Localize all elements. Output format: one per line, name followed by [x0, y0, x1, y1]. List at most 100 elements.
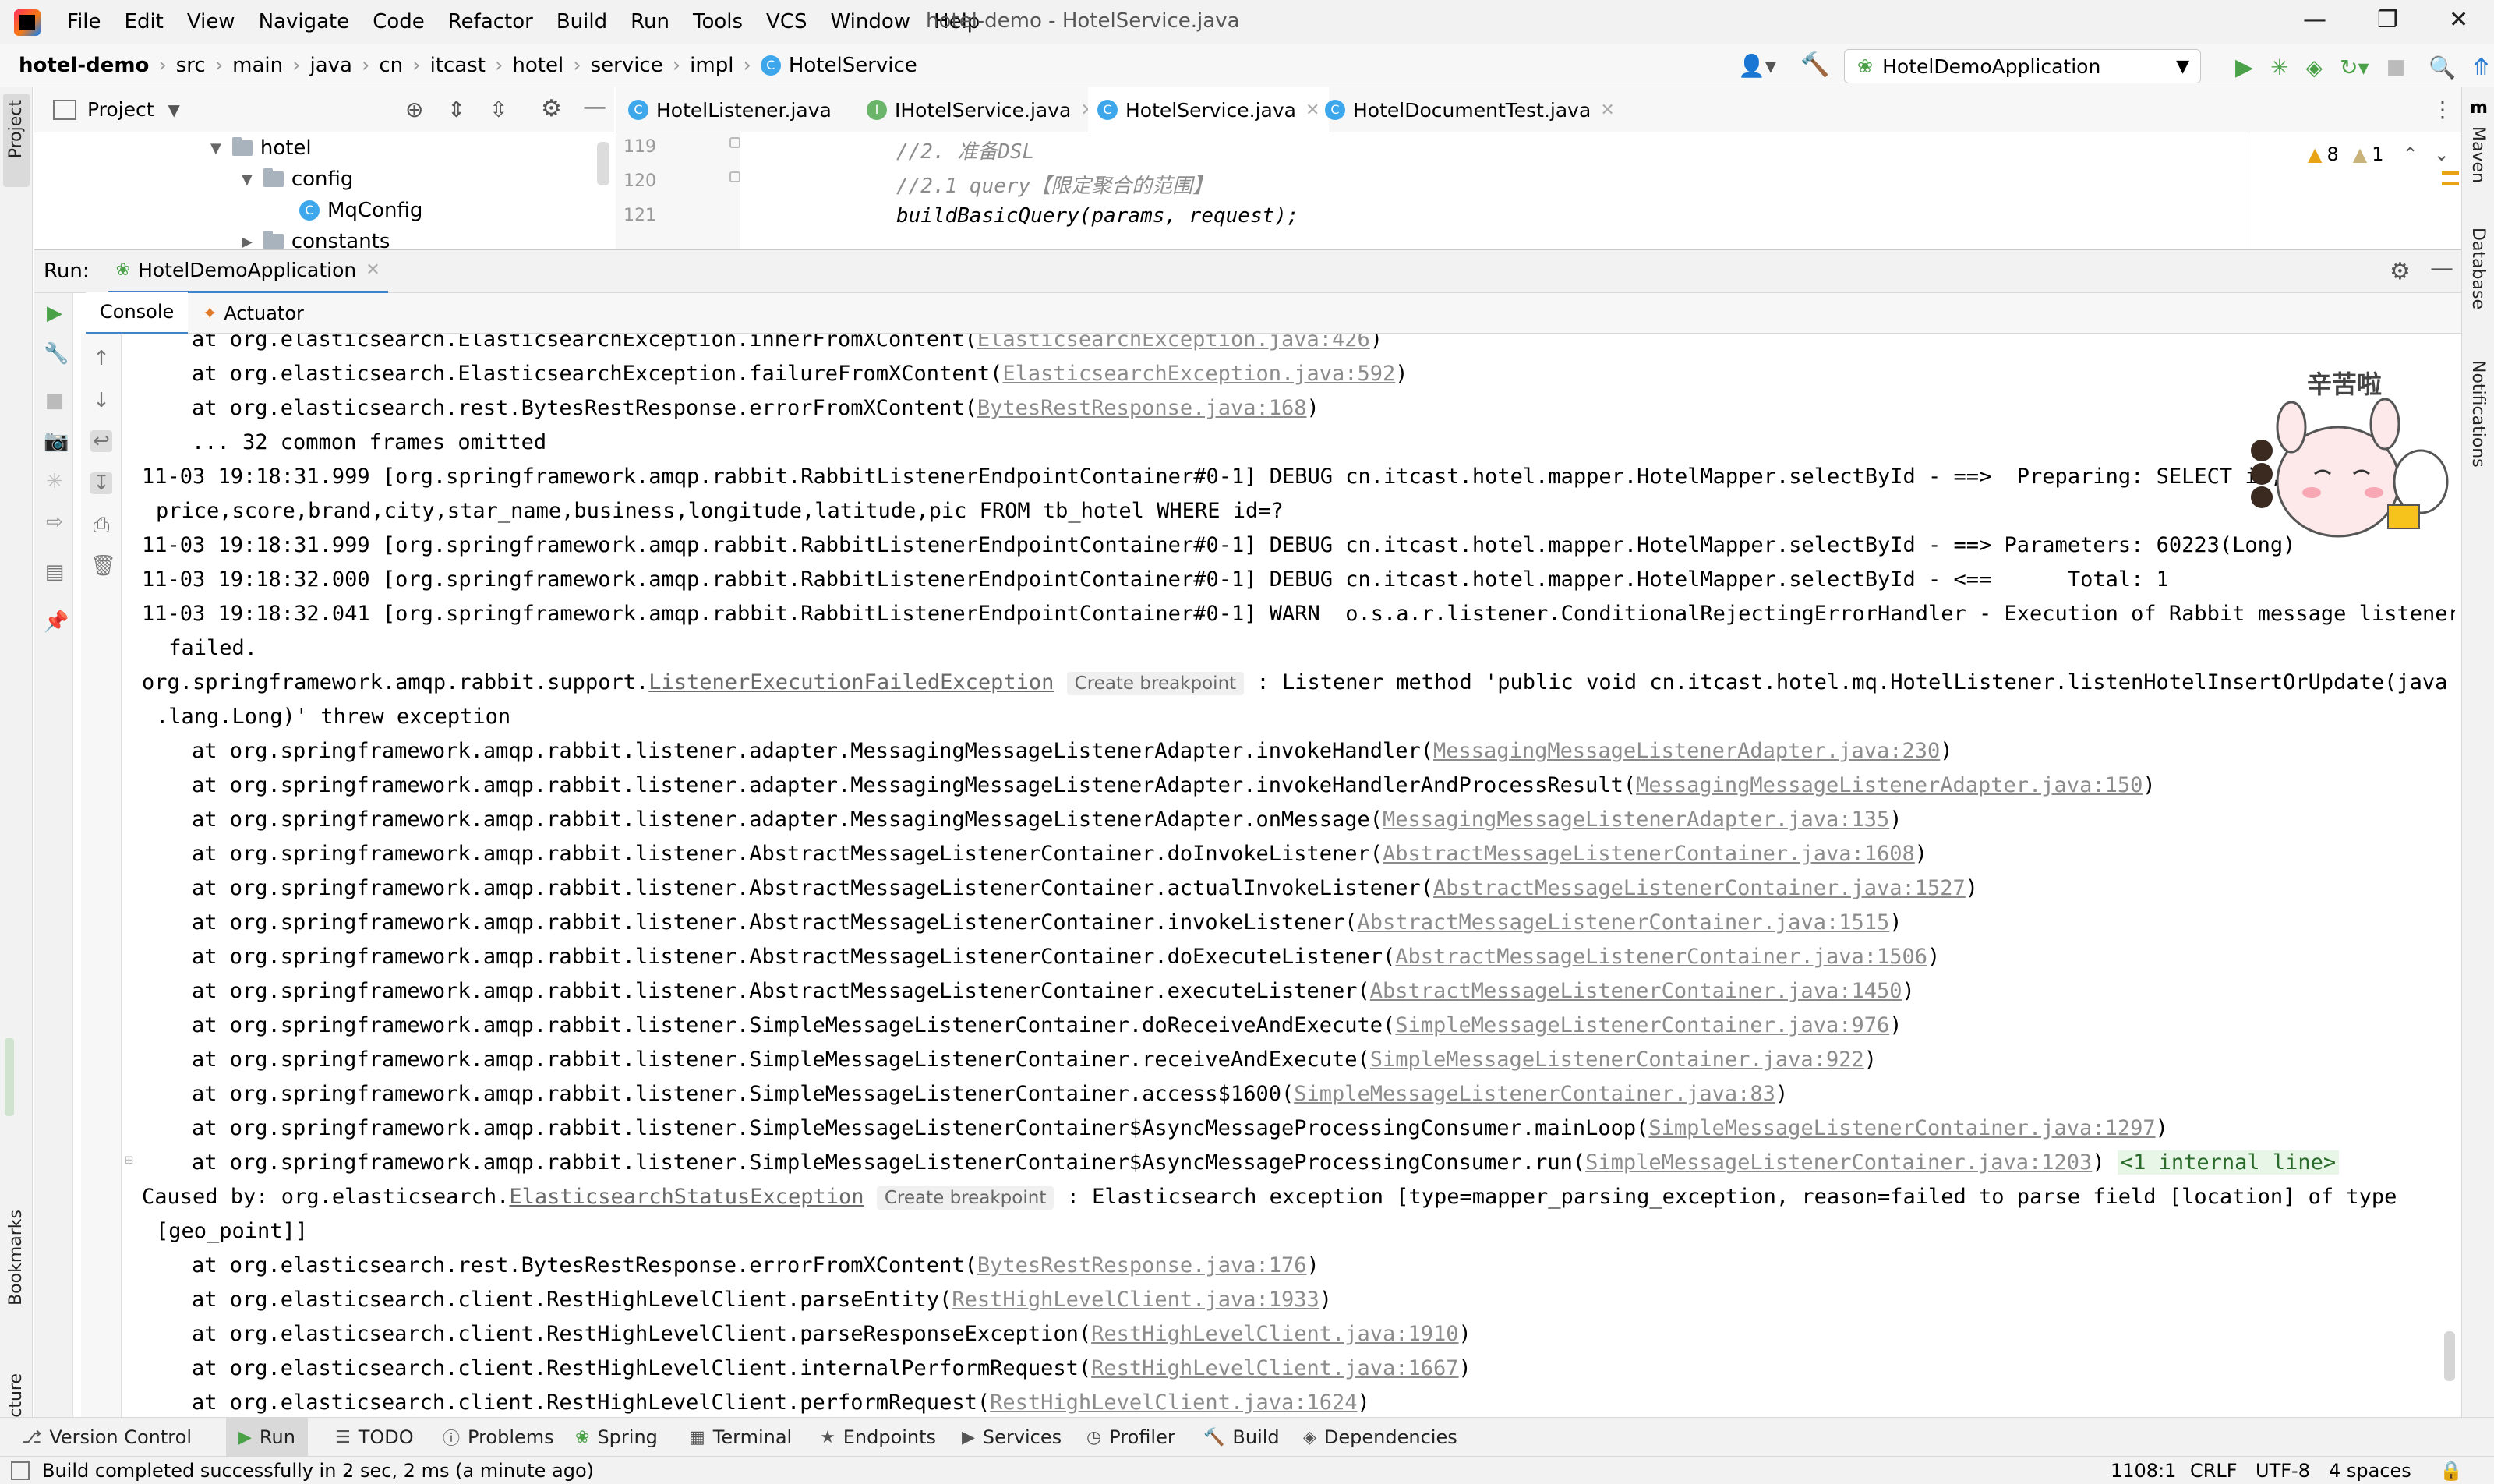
- error-stripe-mark[interactable]: [2442, 182, 2459, 186]
- print-icon[interactable]: ⎙: [90, 514, 112, 536]
- tab-hotel-service[interactable]: C HotelService.java ✕: [1088, 87, 1330, 136]
- tree-item-config[interactable]: ▼ config: [242, 164, 353, 195]
- search-icon[interactable]: 🔍: [2429, 55, 2456, 80]
- toolwindow-endpoints[interactable]: ★ Endpoints: [811, 1418, 945, 1457]
- menu-build[interactable]: Build: [556, 10, 607, 34]
- source-link[interactable]: AbstractMessageListenerContainer.java:16…: [1383, 842, 1915, 866]
- arrow-up-icon[interactable]: ↑: [90, 348, 112, 369]
- hide-pane-icon[interactable]: —: [2430, 255, 2453, 282]
- breadcrumb-project[interactable]: hotel-demo: [19, 54, 149, 77]
- internal-lines-toggle[interactable]: <1 internal line>: [2117, 1150, 2340, 1175]
- source-link[interactable]: RestHighLevelClient.java:1910: [1091, 1322, 1458, 1346]
- source-link[interactable]: ListenerExecutionFailedException: [648, 670, 1054, 694]
- tree-item-hotel[interactable]: ▼ hotel: [210, 132, 312, 164]
- soft-wrap-icon[interactable]: ↩: [90, 430, 112, 452]
- run-config-tab[interactable]: ❀ HotelDemoApplication ✕: [108, 249, 388, 294]
- more-tabs-icon[interactable]: ⋮: [2432, 97, 2453, 122]
- breadcrumb-service[interactable]: service: [591, 54, 663, 77]
- source-link[interactable]: AbstractMessageListenerContainer.java:15…: [1358, 910, 1890, 935]
- breadcrumb-src[interactable]: src: [176, 54, 206, 77]
- source-link[interactable]: SimpleMessageListenerContainer.java:83: [1294, 1082, 1775, 1106]
- status-message[interactable]: Build completed successfully in 2 sec, 2…: [42, 1460, 594, 1482]
- toolwindow-services[interactable]: ▶ Services: [952, 1418, 1071, 1457]
- menu-edit[interactable]: Edit: [125, 10, 164, 34]
- tree-item-mqconfig[interactable]: C MqConfig: [299, 195, 422, 226]
- toolwindow-problems[interactable]: ⓘ Problems: [433, 1418, 563, 1457]
- layout-icon[interactable]: ▤: [44, 561, 65, 583]
- fold-icon[interactable]: ⊞: [125, 1152, 133, 1168]
- exit-icon[interactable]: ⇨: [44, 511, 65, 533]
- toolwindow-spring[interactable]: ❀ Spring: [566, 1418, 667, 1457]
- source-link[interactable]: SimpleMessageListenerContainer.java:976: [1395, 1013, 1889, 1037]
- close-window-icon[interactable]: ✕: [2449, 6, 2468, 34]
- debug-icon[interactable]: ✳: [2270, 55, 2288, 80]
- breadcrumb-cn[interactable]: cn: [379, 54, 403, 77]
- breadcrumb-hotel[interactable]: hotel: [512, 54, 563, 77]
- inspection-widget[interactable]: ▲ 8 ▲ 1 ⌃ ⌄: [2308, 143, 2450, 165]
- close-icon[interactable]: ✕: [1600, 101, 1614, 120]
- toolwindow-build[interactable]: 🔨 Build: [1194, 1418, 1289, 1457]
- chevron-up-icon[interactable]: ⌃: [2403, 143, 2418, 165]
- caret-position[interactable]: 1108:1: [2111, 1460, 2176, 1482]
- menu-run[interactable]: Run: [631, 10, 669, 34]
- stop-icon[interactable]: ■: [2386, 55, 2406, 79]
- locate-icon[interactable]: ⊕: [405, 97, 423, 122]
- breadcrumb-impl[interactable]: impl: [690, 54, 733, 77]
- chevron-down-icon[interactable]: ▼: [242, 171, 253, 188]
- source-link[interactable]: AbstractMessageListenerContainer.java:15…: [1395, 945, 1927, 969]
- chevron-down-icon[interactable]: ▼: [168, 101, 180, 119]
- rerun-icon[interactable]: ▶: [44, 302, 65, 324]
- chevron-right-icon[interactable]: ▶: [242, 234, 253, 250]
- database-stripe-button[interactable]: Database: [2468, 228, 2488, 309]
- tab-console[interactable]: Console: [86, 292, 189, 334]
- update-icon[interactable]: ⤊: [2471, 54, 2491, 81]
- gear-icon[interactable]: ⚙: [2390, 258, 2411, 285]
- source-link[interactable]: ElasticsearchStatusException: [509, 1185, 864, 1209]
- source-link[interactable]: SimpleMessageListenerContainer.java:922: [1370, 1048, 1864, 1072]
- project-pane-title[interactable]: Project: [87, 98, 154, 121]
- breadcrumb-java[interactable]: java: [310, 54, 352, 77]
- toolwindow-todo[interactable]: ☰ TODO: [326, 1418, 423, 1457]
- tab-actuator[interactable]: ✦ Actuator: [188, 293, 318, 334]
- tree-scrollbar[interactable]: [597, 142, 609, 186]
- source-link[interactable]: RestHighLevelClient.java:1933: [952, 1288, 1319, 1312]
- debug-bug-icon[interactable]: ✳: [44, 471, 65, 493]
- run-config-selector[interactable]: ❀ HotelDemoApplication ▼: [1844, 49, 2201, 83]
- maven-stripe-button[interactable]: Maven: [2468, 126, 2488, 183]
- bookmarks-stripe-button[interactable]: Bookmarks: [6, 1210, 26, 1306]
- toolwindow-dependencies[interactable]: ◈ Dependencies: [1294, 1418, 1467, 1457]
- line-separator[interactable]: CRLF: [2190, 1460, 2238, 1482]
- source-link[interactable]: SimpleMessageListenerContainer.java:1203: [1585, 1150, 2092, 1175]
- scroll-to-end-icon[interactable]: ↧: [90, 472, 112, 494]
- toolwindow-version-control[interactable]: ⎇ Version Control: [12, 1418, 201, 1457]
- create-breakpoint-button[interactable]: Create breakpoint: [1066, 672, 1245, 695]
- toolwindow-profiler[interactable]: ◷ Profiler: [1077, 1418, 1185, 1457]
- source-link[interactable]: BytesRestResponse.java:176: [977, 1253, 1307, 1277]
- menu-vcs[interactable]: VCS: [766, 10, 807, 34]
- hide-pane-icon[interactable]: —: [583, 94, 606, 121]
- tab-hotel-document-test[interactable]: C HotelDocumentTest.java ✕: [1316, 87, 1624, 132]
- chevron-down-icon[interactable]: ▼: [210, 140, 221, 157]
- menu-refactor[interactable]: Refactor: [448, 10, 533, 34]
- trash-icon[interactable]: 🗑: [90, 555, 116, 577]
- menu-window[interactable]: Window: [831, 10, 911, 34]
- source-link[interactable]: RestHighLevelClient.java:1667: [1091, 1356, 1458, 1380]
- indent-setting[interactable]: 4 spaces: [2329, 1460, 2411, 1482]
- expand-all-icon[interactable]: ⇕: [447, 97, 465, 122]
- camera-icon[interactable]: 📷: [44, 430, 69, 452]
- error-stripe-mark[interactable]: [2442, 171, 2459, 175]
- wrench-icon[interactable]: 🔧: [44, 343, 69, 365]
- user-icon[interactable]: 👤▾: [1738, 53, 1776, 79]
- code-editor[interactable]: //2. 准备DSL //2.1 query【限定聚合的范围】 buildBas…: [740, 132, 2245, 249]
- stop-icon[interactable]: ■: [44, 390, 65, 412]
- close-icon[interactable]: ✕: [366, 260, 380, 280]
- tree-item-constants[interactable]: ▶ constants: [242, 226, 390, 249]
- toolwindow-terminal[interactable]: ▦ Terminal: [680, 1418, 801, 1457]
- breadcrumb-main[interactable]: main: [232, 54, 283, 77]
- breadcrumb-class[interactable]: HotelService: [789, 54, 917, 77]
- breadcrumb-itcast[interactable]: itcast: [430, 54, 486, 77]
- restore-icon[interactable]: ❐: [2377, 6, 2398, 34]
- menu-code[interactable]: Code: [373, 10, 425, 34]
- chevron-down-icon[interactable]: ⌄: [2434, 143, 2450, 165]
- toolwindow-run[interactable]: ▶ Run: [226, 1418, 308, 1457]
